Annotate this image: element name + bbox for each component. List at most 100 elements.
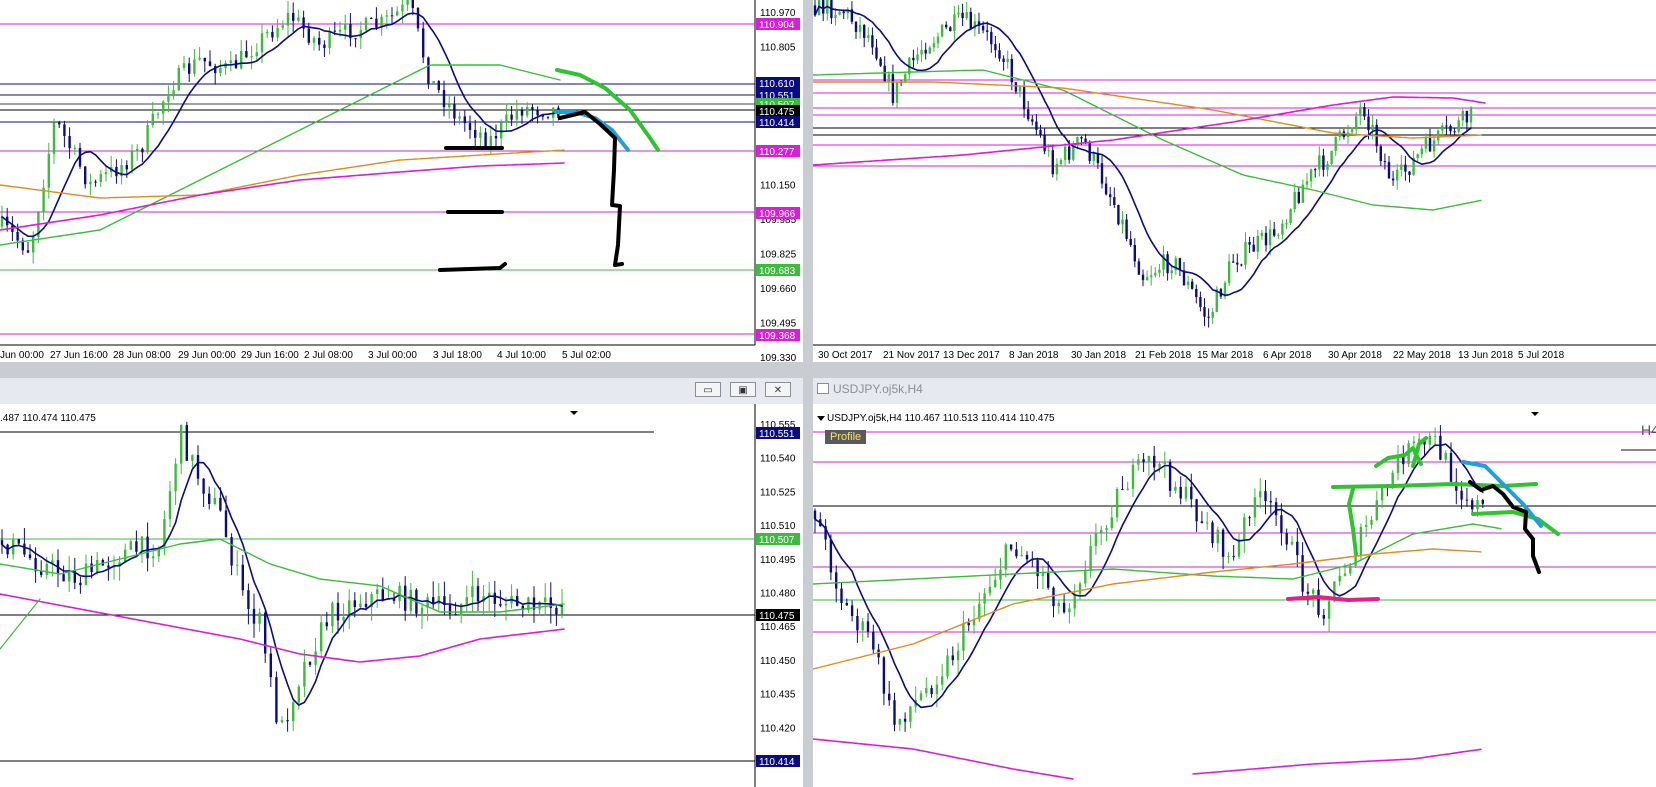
- dropdown-arrow-icon[interactable]: [817, 416, 825, 421]
- candle-body: [276, 27, 279, 38]
- candle-body: [1269, 501, 1272, 503]
- candle-body: [883, 65, 886, 83]
- candle-body: [198, 57, 201, 60]
- pane-splitter-vertical[interactable]: [803, 0, 813, 787]
- pane-splitter-horizontal[interactable]: [0, 362, 1656, 378]
- candle-body: [956, 650, 960, 661]
- candle-body: [146, 536, 149, 559]
- chart-pane-bottom-right[interactable]: USDJPY.oj5k,H4 110.467 110.513 110.414 1…: [813, 404, 1656, 787]
- price-axis-label: 110.480: [760, 589, 796, 600]
- price-axis-label: 110.970: [760, 8, 796, 19]
- chart-top-left-canvas[interactable]: 110.970110.805110.640110.475110.315110.1…: [0, 0, 803, 362]
- candle-body: [152, 556, 155, 559]
- time-axis-label: 27 Jun 16:00: [50, 350, 108, 361]
- candle-body: [990, 31, 993, 45]
- candle-body: [998, 50, 1001, 59]
- candle-body: [62, 574, 65, 582]
- close-button[interactable]: ✕: [765, 382, 791, 397]
- candle-body: [1237, 539, 1241, 557]
- candle-body: [323, 44, 326, 48]
- candle-body: [1084, 570, 1087, 584]
- minimize-button[interactable]: ▭: [695, 382, 721, 397]
- candle-body: [185, 425, 188, 461]
- candle-body: [1437, 130, 1440, 141]
- candle-body: [1350, 129, 1354, 133]
- candle-body: [453, 104, 456, 119]
- price-axis-label: 110.510: [760, 521, 796, 532]
- candle-body: [1121, 489, 1124, 491]
- candle-body: [912, 57, 915, 61]
- candle-body: [845, 602, 848, 606]
- candle-body: [856, 615, 859, 631]
- candle-body: [468, 123, 472, 130]
- chart-bottom-right-canvas[interactable]: [813, 404, 1656, 787]
- chart-pane-top-left[interactable]: 110.970110.805110.640110.475110.315110.1…: [0, 0, 803, 362]
- chart-top-right-canvas[interactable]: 30 Oct 2017 21 Nov 2017 13 Dec 2017 8 Jan 2…: [813, 0, 1656, 362]
- candle-body: [219, 68, 222, 74]
- candle-body: [1195, 288, 1198, 298]
- candle-body: [1404, 164, 1407, 172]
- candle-body: [308, 661, 312, 665]
- candle-body: [463, 116, 466, 124]
- candle-body: [936, 36, 940, 44]
- candle-body: [1199, 297, 1202, 308]
- candle-body: [193, 59, 196, 74]
- window-titlebar-bottom-left[interactable]: ▭ ▣ ✕: [0, 378, 803, 405]
- candle-body: [89, 181, 92, 185]
- candle-body: [1322, 155, 1325, 170]
- candle-body: [850, 605, 854, 616]
- candle-body: [1068, 146, 1071, 160]
- candle-body: [422, 28, 425, 58]
- price-axis-label: 110.420: [760, 723, 796, 734]
- ma-long-line: [813, 738, 1074, 780]
- candle-body: [90, 563, 93, 573]
- candle-body: [940, 24, 944, 37]
- time-axis-label: 29 Jun 00:00: [178, 350, 236, 361]
- candle-body: [822, 0, 825, 14]
- candle-body: [1104, 183, 1108, 195]
- candle-body: [887, 74, 890, 83]
- candle-body: [1131, 464, 1135, 489]
- candle-body: [385, 15, 388, 17]
- candle-body: [1400, 164, 1403, 170]
- candle-body: [1133, 245, 1136, 262]
- candle-body: [213, 497, 216, 504]
- candle-body: [375, 18, 378, 28]
- candle-body: [1317, 589, 1320, 615]
- candle-body: [1117, 205, 1120, 225]
- candle-body: [932, 43, 936, 48]
- candle-body: [1338, 575, 1341, 582]
- candle-body: [1126, 488, 1129, 490]
- candle-body: [1211, 522, 1214, 544]
- candle-body: [1244, 242, 1247, 265]
- profile-badge[interactable]: Profile: [825, 430, 867, 444]
- chart-pane-bottom-left[interactable]: .487 110.474 110.475 110.555 110.540 110.5…: [0, 404, 803, 787]
- window-titlebar-bottom-right[interactable]: USDJPY.oj5k,H4: [813, 378, 1656, 405]
- maximize-button[interactable]: ▣: [730, 382, 756, 397]
- candle-body: [247, 590, 250, 609]
- time-axis-label: 5 Jul 2018: [1518, 350, 1565, 361]
- candle-body: [1461, 110, 1464, 121]
- brush-stroke-pink: [1286, 595, 1380, 602]
- chart-pane-top-right[interactable]: 30 Oct 2017 21 Nov 2017 13 Dec 2017 8 Jan 2…: [813, 0, 1656, 362]
- candle-body: [1460, 490, 1463, 500]
- candle-body: [1289, 209, 1292, 224]
- candle-body: [141, 148, 144, 153]
- candle-body: [965, 11, 968, 19]
- chart-bottom-left-canvas[interactable]: 110.555110.540110.525110.510110.495110.4…: [0, 404, 803, 787]
- candle-body: [104, 172, 108, 175]
- price-axis-label: 109.660: [760, 284, 797, 295]
- candle-body: [191, 455, 194, 461]
- candle-body: [219, 497, 222, 511]
- time-axis-label: 30 Jan 2018: [1071, 350, 1126, 361]
- candle-body: [1457, 120, 1460, 132]
- candle-body: [364, 18, 368, 31]
- candle-body: [994, 579, 997, 587]
- candle-body: [1158, 464, 1161, 468]
- candle-body: [476, 586, 480, 602]
- candle-body: [292, 12, 295, 21]
- candle-body: [1355, 116, 1358, 130]
- candle-body: [1370, 519, 1373, 525]
- candle-body: [376, 589, 379, 595]
- candle-body: [1047, 572, 1050, 588]
